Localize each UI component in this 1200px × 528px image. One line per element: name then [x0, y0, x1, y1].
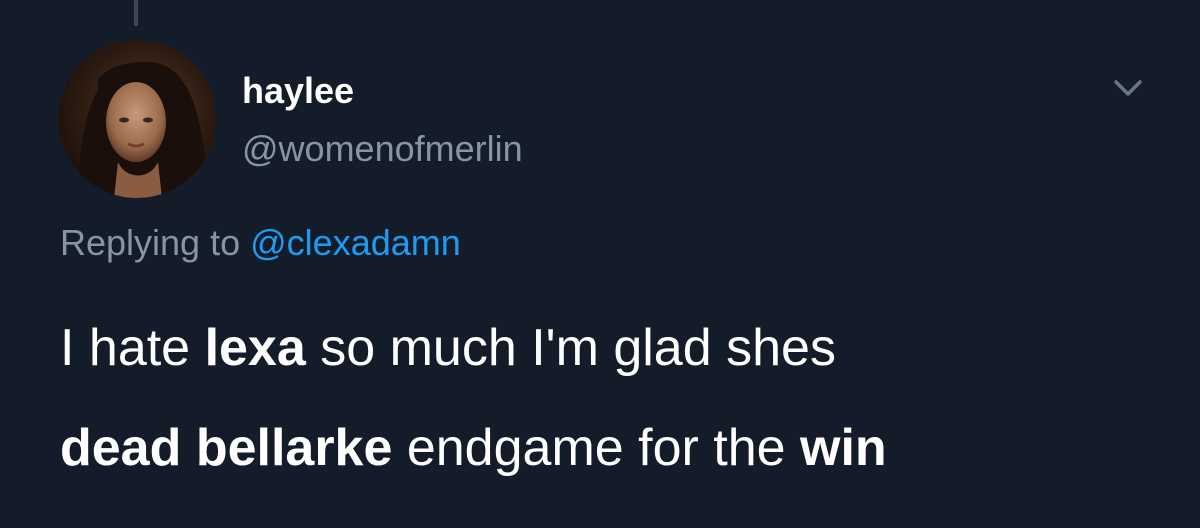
replying-to: Replying to @clexadamn	[60, 222, 461, 264]
tweet-text-segment: so much I'm glad shes	[305, 319, 836, 377]
display-name[interactable]: haylee	[242, 70, 354, 112]
tweet-text-segment-bold: win	[800, 419, 887, 477]
thread-connector-line	[134, 0, 138, 26]
tweet-text-line: dead bellarke endgame for the win	[60, 398, 1160, 498]
avatar[interactable]	[58, 40, 216, 198]
profile-photo	[58, 40, 216, 198]
tweet-text-segment: I hate	[60, 319, 205, 377]
tweet-text-segment-bold: lexa	[204, 319, 306, 377]
tweet-text-segment: endgame for the	[392, 419, 800, 477]
chevron-down-icon[interactable]	[1108, 72, 1148, 108]
reply-mention-link[interactable]: @clexadamn	[250, 222, 461, 263]
reply-prefix: Replying to	[60, 222, 241, 263]
tweet-text-line: I hate lexa so much I'm glad shes	[60, 298, 1160, 398]
tweet-text: I hate lexa so much I'm glad shes dead b…	[60, 298, 1160, 498]
user-handle[interactable]: @womenofmerlin	[242, 128, 523, 170]
tweet-text-segment-bold: dead bellarke	[60, 419, 393, 477]
